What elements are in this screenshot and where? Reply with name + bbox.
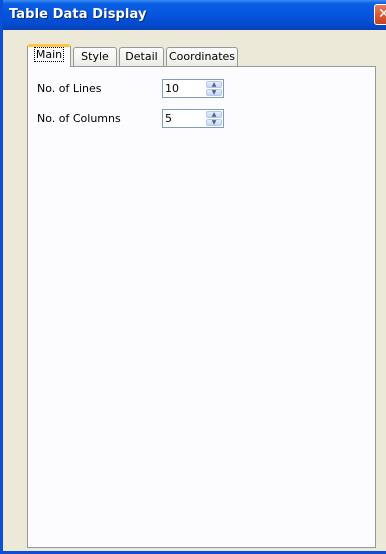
lines-input[interactable]: [165, 81, 203, 96]
tab-coordinates-label: Coordinates: [168, 50, 236, 63]
tab-coordinates[interactable]: Coordinates: [166, 47, 238, 66]
chevron-up-icon[interactable]: ▲: [206, 81, 222, 88]
window-title: Table Data Display: [9, 7, 147, 22]
title-bar[interactable]: Table Data Display ✕: [3, 0, 386, 30]
tab-style-label: Style: [81, 50, 109, 63]
dialog-window: Table Data Display ✕ Main Style Detail C…: [0, 0, 386, 554]
columns-spinner[interactable]: ▲ ▼: [162, 109, 224, 128]
columns-input[interactable]: [165, 111, 203, 126]
lines-spin-buttons: ▲ ▼: [206, 81, 222, 96]
close-button[interactable]: ✕: [374, 4, 386, 25]
chevron-down-icon[interactable]: ▼: [206, 119, 222, 126]
chevron-up-icon[interactable]: ▲: [206, 111, 222, 118]
chevron-down-icon[interactable]: ▼: [206, 89, 222, 96]
lines-label: No. of Lines: [37, 82, 102, 95]
tab-detail[interactable]: Detail: [119, 47, 164, 66]
tab-panel-main: No. of Lines ▲ ▼ No. of Columns ▲ ▼: [27, 66, 376, 548]
tab-style[interactable]: Style: [73, 47, 117, 66]
lines-spinner[interactable]: ▲ ▼: [162, 79, 224, 98]
tab-detail-label: Detail: [125, 50, 158, 63]
columns-spin-buttons: ▲ ▼: [206, 111, 222, 126]
columns-label: No. of Columns: [37, 112, 121, 125]
tab-main-label: Main: [33, 47, 65, 62]
tab-main[interactable]: Main: [27, 44, 71, 67]
close-icon: ✕: [378, 6, 386, 22]
